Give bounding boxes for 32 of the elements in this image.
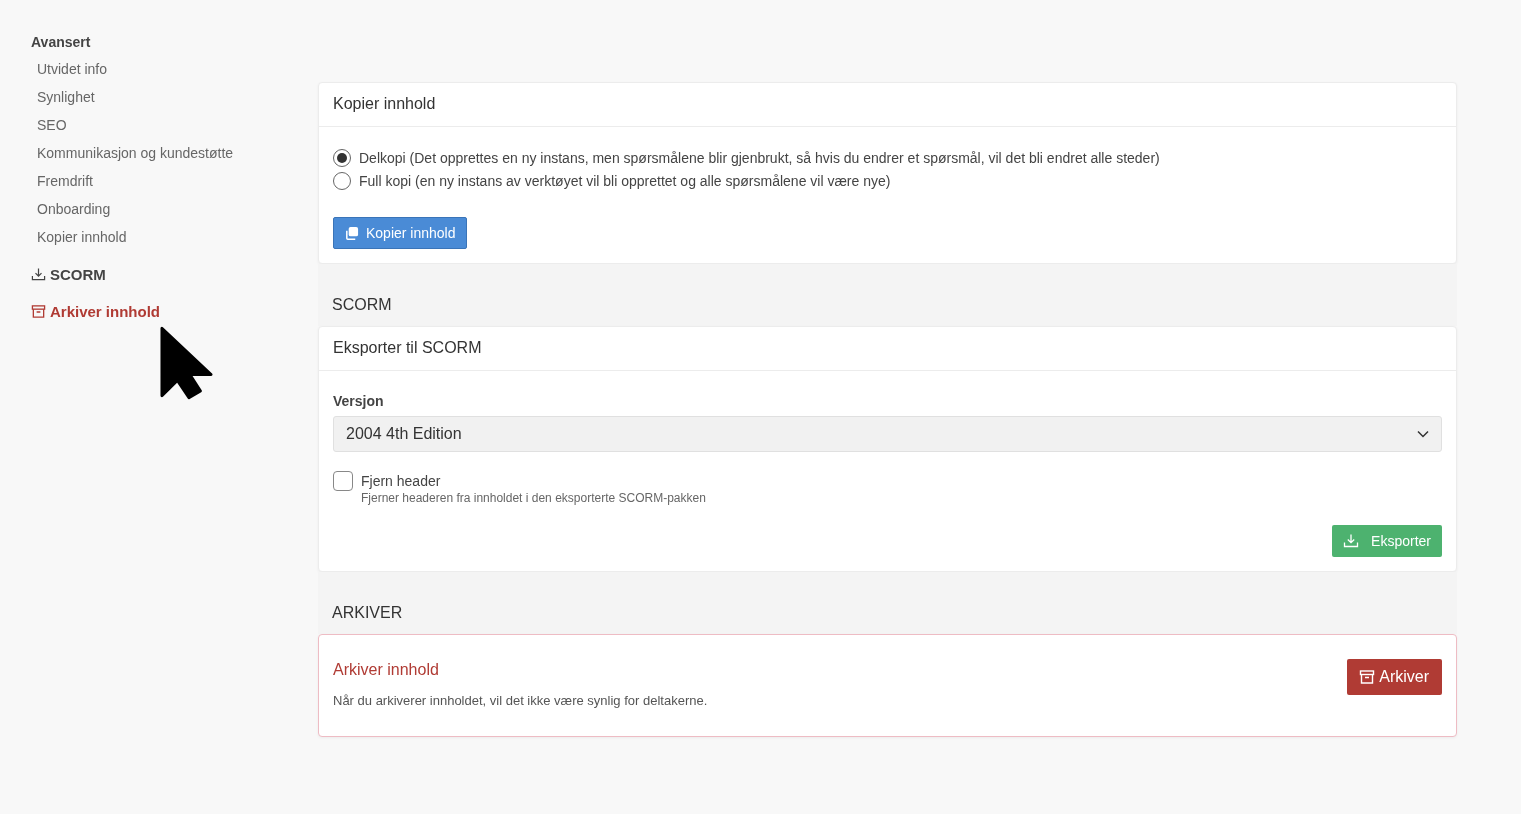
cursor-icon [160,326,214,400]
sidebar-heading: Avansert [31,34,91,50]
card-title: Kopier innhold [319,83,1456,127]
field-label: Versjon [333,393,385,409]
radio-label: Full kopi (en ny instans av verktøyet vil bli opprettet og alle spørsmålene vil være nye) [359,173,891,189]
sidebar-link[interactable]: Kommunikasjon og kundestøtte [31,139,240,167]
sidebar-section-link[interactable]: Arkiver innhold [31,298,161,325]
archive-description: Når du arkiverer innholdet, vil det ikke være synlig for deltakerne. [333,693,708,708]
sidebar-link[interactable]: SEO [31,111,73,139]
archive-icon [1359,669,1376,685]
sidebar-link[interactable]: Utvidet info [31,55,114,83]
checkbox-hint: Fjerner headeren fra innholdet i den eksporterte SCORM-pakken [361,491,706,505]
sidebar-link[interactable]: Kopier innhold [31,223,133,251]
section-heading: ARKIVER [318,572,1457,634]
copy-icon [344,225,359,241]
sidebar-link[interactable]: Onboarding [31,195,117,223]
archive-button[interactable]: Arkiver [1347,659,1442,695]
section-heading: SCORM [318,264,1457,326]
download-icon [1343,533,1360,549]
sidebar-link[interactable]: Synlighet [31,83,101,111]
sidebar-link[interactable]: Fremdrift [31,167,99,195]
version-select[interactable]: 2004 4th Edition [333,416,1442,452]
card-title: Eksporter til SCORM [319,327,1456,371]
radio-label: Delkopi (Det opprettes en ny instans, men spørsmålene blir gjenbrukt, så hvis du endrer et spørsmål, vil det bli endret alle steder) [359,150,1160,166]
download-icon [31,267,46,282]
checkbox-label: Fjern header [361,473,442,489]
copy-button[interactable]: Kopier innhold [333,217,467,249]
archive-icon [31,304,46,319]
checkbox[interactable] [333,471,353,491]
chevron-down-icon [1417,430,1429,438]
sidebar-section-link[interactable]: SCORM [31,261,106,288]
archive-title: Arkiver innhold [333,661,440,679]
